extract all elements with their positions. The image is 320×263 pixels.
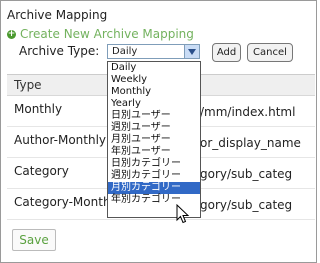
dropdown-option[interactable]: 月別カテゴリー	[108, 182, 200, 194]
create-new-archive-mapping-link[interactable]: + Create New Archive Mapping	[7, 27, 194, 41]
create-link-label: Create New Archive Mapping	[20, 27, 194, 41]
archive-type-select[interactable]: Daily	[107, 44, 200, 59]
row-path: or_display_name	[200, 136, 301, 150]
mouse-cursor-icon	[176, 204, 190, 224]
dropdown-option[interactable]: 月別ユーザー	[108, 134, 200, 146]
dropdown-option[interactable]: 週別カテゴリー	[108, 170, 200, 182]
column-header-type: Type	[14, 78, 42, 92]
dropdown-option[interactable]: 年別ユーザー	[108, 146, 200, 158]
add-button[interactable]: Add	[212, 43, 241, 62]
archive-type-dropdown-list[interactable]: Daily Weekly Monthly Yearly 日別ユーザー 週別ユーザ…	[107, 61, 201, 218]
dropdown-option[interactable]: 週別ユーザー	[108, 122, 200, 134]
page-title: Archive Mapping	[7, 8, 108, 22]
dropdown-option[interactable]: Weekly	[108, 74, 200, 86]
save-button[interactable]: Save	[12, 229, 56, 251]
plus-icon: +	[7, 28, 16, 39]
row-path: /mm/index.html	[200, 105, 296, 119]
dropdown-option[interactable]: Yearly	[108, 98, 200, 110]
row-type: Category	[14, 164, 69, 178]
chevron-down-icon[interactable]	[184, 45, 199, 58]
dropdown-option[interactable]: 日別カテゴリー	[108, 158, 200, 170]
cancel-button[interactable]: Cancel	[247, 43, 293, 62]
row-type: Monthly	[14, 102, 63, 116]
dropdown-option[interactable]: 日別ユーザー	[108, 110, 200, 122]
row-type: Author-Monthly	[14, 133, 107, 147]
archive-type-selected-value: Daily	[112, 46, 138, 57]
row-path: gory/sub_categ	[200, 167, 293, 181]
dropdown-option[interactable]: Monthly	[108, 86, 200, 98]
dropdown-option[interactable]: Daily	[108, 62, 200, 74]
archive-type-label: Archive Type:	[19, 44, 100, 58]
row-path: gory/sub_categ	[200, 198, 293, 212]
row-type: Category-Monthly	[14, 195, 121, 209]
